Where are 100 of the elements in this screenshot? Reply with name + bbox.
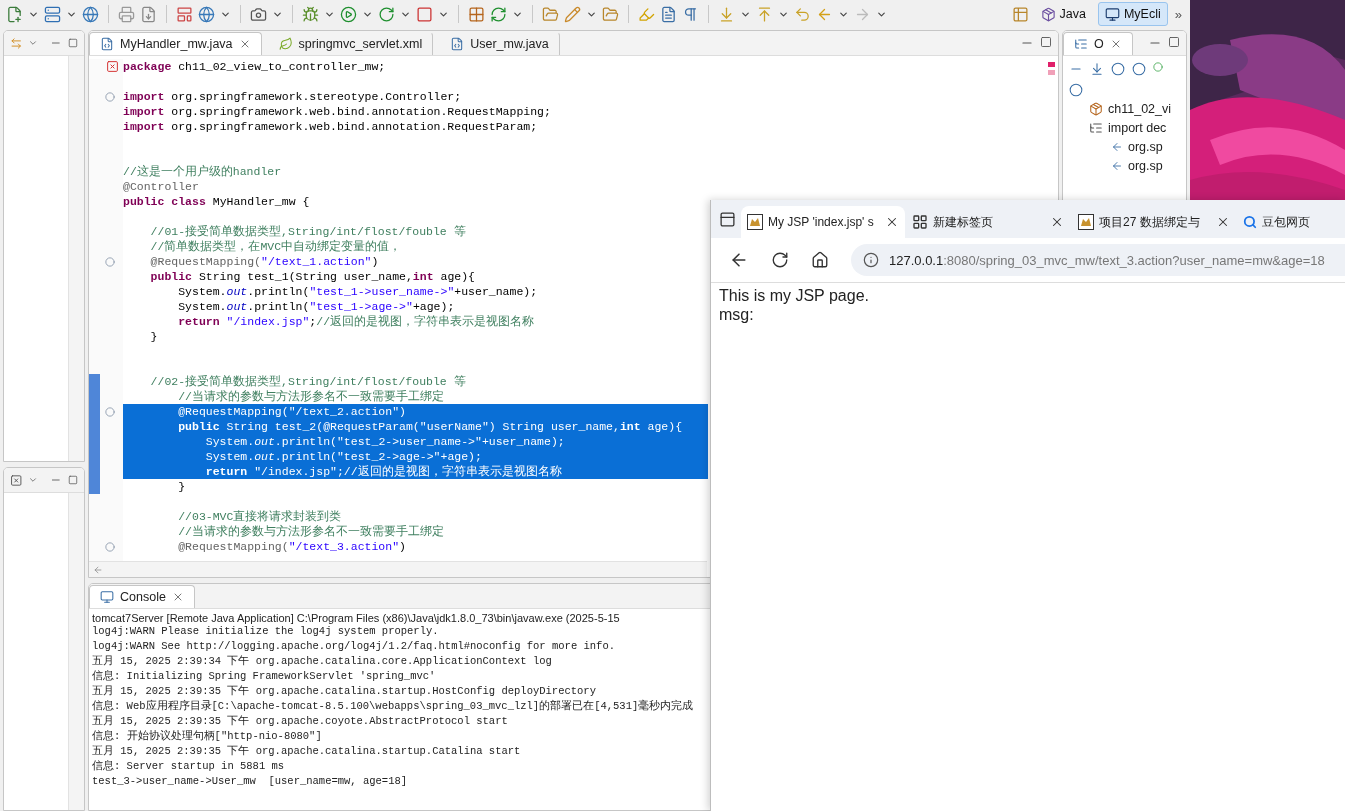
perspective-button[interactable]: Java xyxy=(1033,2,1093,26)
address-bar[interactable]: 127.0.0.1:8080/spring_03_mvc_mw/text_3.action?user_name=mw&age=18 xyxy=(851,244,1345,276)
code-line: @RequestMapping("/text_1.action") xyxy=(149,254,380,269)
error-mark[interactable] xyxy=(1047,62,1055,67)
code-line: import org.springframework.web.bind.annotation.RequestParam; xyxy=(123,119,539,134)
arrow-up-icon[interactable] xyxy=(756,5,773,23)
folder-icon[interactable] xyxy=(602,5,619,23)
outline-item[interactable]: org.sp xyxy=(1063,137,1186,156)
code-line: //简单数据类型，在MVC中自动绑定变量的值， xyxy=(149,239,403,254)
console-line: 五月 15, 2025 2:39:35 下午 org.apache.coyote.AbstractProtocol start xyxy=(91,714,509,729)
close-icon[interactable] xyxy=(885,215,899,229)
code-line: //01-接受简单数据类型,String/int/flost/fouble 等 xyxy=(149,224,467,239)
bug-icon[interactable] xyxy=(302,5,319,23)
vertical-scrollbar[interactable] xyxy=(68,493,84,810)
perspective-button[interactable]: MyEcli xyxy=(1097,2,1168,26)
editor-tab[interactable]: MyHandler_mw.java xyxy=(89,32,262,55)
console-line: 五月 15, 2025 2:39:35 下午 org.apache.catalina.startup.HostConfig deployDirectory xyxy=(91,684,597,699)
new-file-icon[interactable] xyxy=(6,5,23,23)
monitor-icon xyxy=(1104,6,1120,22)
outline-item[interactable]: org.sp xyxy=(1063,156,1186,175)
search-icon xyxy=(1243,215,1257,229)
undo-icon[interactable] xyxy=(794,5,811,23)
sync-icon[interactable] xyxy=(10,35,23,51)
maximize-icon[interactable] xyxy=(1040,36,1052,48)
page-text: This is my JSP page. xyxy=(719,286,870,305)
process-label: tomcat7Server [Remote Java Application] C:\Program Files (x86)\Java\jdk1.8.0_73\bin\javaw.exe (2025-5-15 xyxy=(91,611,621,624)
close-icon[interactable] xyxy=(1216,215,1230,229)
java-file-icon xyxy=(450,37,465,51)
maximize-icon[interactable] xyxy=(68,474,78,486)
printer-icon[interactable] xyxy=(118,5,135,23)
package-icon xyxy=(1040,6,1056,22)
list-icon xyxy=(1089,120,1103,135)
open-perspective-icon[interactable] xyxy=(1011,5,1029,23)
document-icon[interactable] xyxy=(660,5,677,23)
arrow-icon xyxy=(1111,159,1123,172)
play-icon[interactable] xyxy=(340,5,357,23)
code-line: //02-接受简单数据类型,String/int/flost/fouble 等 xyxy=(149,374,467,389)
camera-icon[interactable] xyxy=(250,5,267,23)
info-icon[interactable] xyxy=(863,252,879,268)
code-line: //03-MVC直接将请求封装到类 xyxy=(177,509,343,524)
console-line: 信息: Web应用程序目录[C:\apache-tomcat-8.5.100\webapps\spring_03_mvc_lzl]的部署已在[4,531]毫秒内完成 xyxy=(91,699,695,714)
new-tab-icon xyxy=(912,214,928,230)
pilcrow-icon[interactable] xyxy=(682,5,699,23)
code-line: package ch11_02_view_to_controller_mw; xyxy=(123,59,387,74)
tomcat-icon xyxy=(747,214,763,230)
browser-tab[interactable]: 新建标签页 xyxy=(906,206,1070,238)
sort-icon[interactable] xyxy=(1090,62,1104,76)
outline-item[interactable]: import dec xyxy=(1063,118,1186,137)
code-line: public String test_1(String user_name,int age){ xyxy=(149,269,476,284)
code-line: import org.springframework.stereotype.Controller; xyxy=(123,89,463,104)
globe-icon[interactable] xyxy=(198,5,215,23)
code-line: //这是一个用户级的handler xyxy=(123,164,283,179)
console-line: 信息: Server startup in 5881 ms xyxy=(91,759,286,774)
grid-icon[interactable] xyxy=(468,5,485,23)
save-icon[interactable] xyxy=(140,5,157,23)
arrow-down-icon[interactable] xyxy=(718,5,735,23)
reload-icon[interactable] xyxy=(771,251,789,269)
folder-icon[interactable] xyxy=(542,5,559,23)
overflow-chevron[interactable]: » xyxy=(1172,6,1184,22)
console-line: log4j:WARN See http://logging.apache.org/log4j/1.2/faq.html#noconfig for more info. xyxy=(91,639,616,654)
server-icon[interactable] xyxy=(44,5,61,23)
code-line: //当请求的参数与方法形参名不一致需要手工绑定 xyxy=(177,389,445,404)
close-icon[interactable] xyxy=(1050,215,1064,229)
console-line: log4j:WARN Please initialize the log4j system properly. xyxy=(91,624,440,639)
arrow-icon xyxy=(1111,140,1123,153)
monitor-icon xyxy=(100,590,114,604)
code-line: import org.springframework.web.bind.annotation.RequestMapping; xyxy=(123,104,552,119)
console-tab[interactable]: Console xyxy=(89,585,195,608)
outline-icon xyxy=(1074,37,1088,51)
console-line: 信息: Initializing Spring FrameworkServlet 'spring_mvc' xyxy=(91,669,437,684)
browser-tab[interactable]: My JSP 'index.jsp' s xyxy=(741,206,905,238)
console-line: 五月 15, 2025 2:39:34 下午 org.apache.catalina.core.ApplicationContext log xyxy=(91,654,553,669)
console-line: test_3->user_name->User_mw [user_name=mw, age=18] xyxy=(91,774,409,789)
stop-icon[interactable] xyxy=(416,5,433,23)
pencil-icon[interactable] xyxy=(564,5,581,23)
run-history-icon[interactable] xyxy=(378,5,395,23)
globe-icon[interactable] xyxy=(82,5,99,23)
console-line: 信息: 开始协议处理句柄["http-nio-8080"] xyxy=(91,729,323,744)
browser-tab[interactable]: 豆包网页 xyxy=(1237,206,1345,238)
code-line: @Controller xyxy=(123,179,200,194)
scroll-left-icon[interactable] xyxy=(93,564,103,575)
home-icon[interactable] xyxy=(811,251,829,269)
code-line: return "/index.jsp";//返回的是视图，字符串表示是视图名称 xyxy=(177,314,536,329)
maximize-icon[interactable] xyxy=(68,37,78,49)
horizontal-scrollbar[interactable] xyxy=(89,561,707,577)
outline-tab[interactable]: O xyxy=(1063,32,1133,55)
vertical-scrollbar[interactable] xyxy=(68,56,84,461)
tab-actions-icon[interactable] xyxy=(719,210,736,228)
outline-item[interactable]: ch11_02_vi xyxy=(1063,99,1186,118)
code-line: System.out.println("test_1->user_name->"+user_name); xyxy=(177,284,539,299)
code-line: } xyxy=(177,479,187,494)
code-line: } xyxy=(149,329,159,344)
code-line: //当请求的参数与方法形参名不一致需要手工绑定 xyxy=(177,524,445,539)
tomcat-icon xyxy=(1078,214,1094,230)
browser-tab[interactable]: 项目27 数据绑定与 xyxy=(1072,206,1236,238)
console-line: 五月 15, 2025 2:39:35 下午 org.apache.catalina.startup.Catalina start xyxy=(91,744,522,759)
leaf-icon xyxy=(278,37,293,51)
code-line: public class MyHandler_mw { xyxy=(123,194,311,209)
refresh-icon[interactable] xyxy=(490,5,507,23)
maximize-icon[interactable] xyxy=(1168,36,1180,48)
